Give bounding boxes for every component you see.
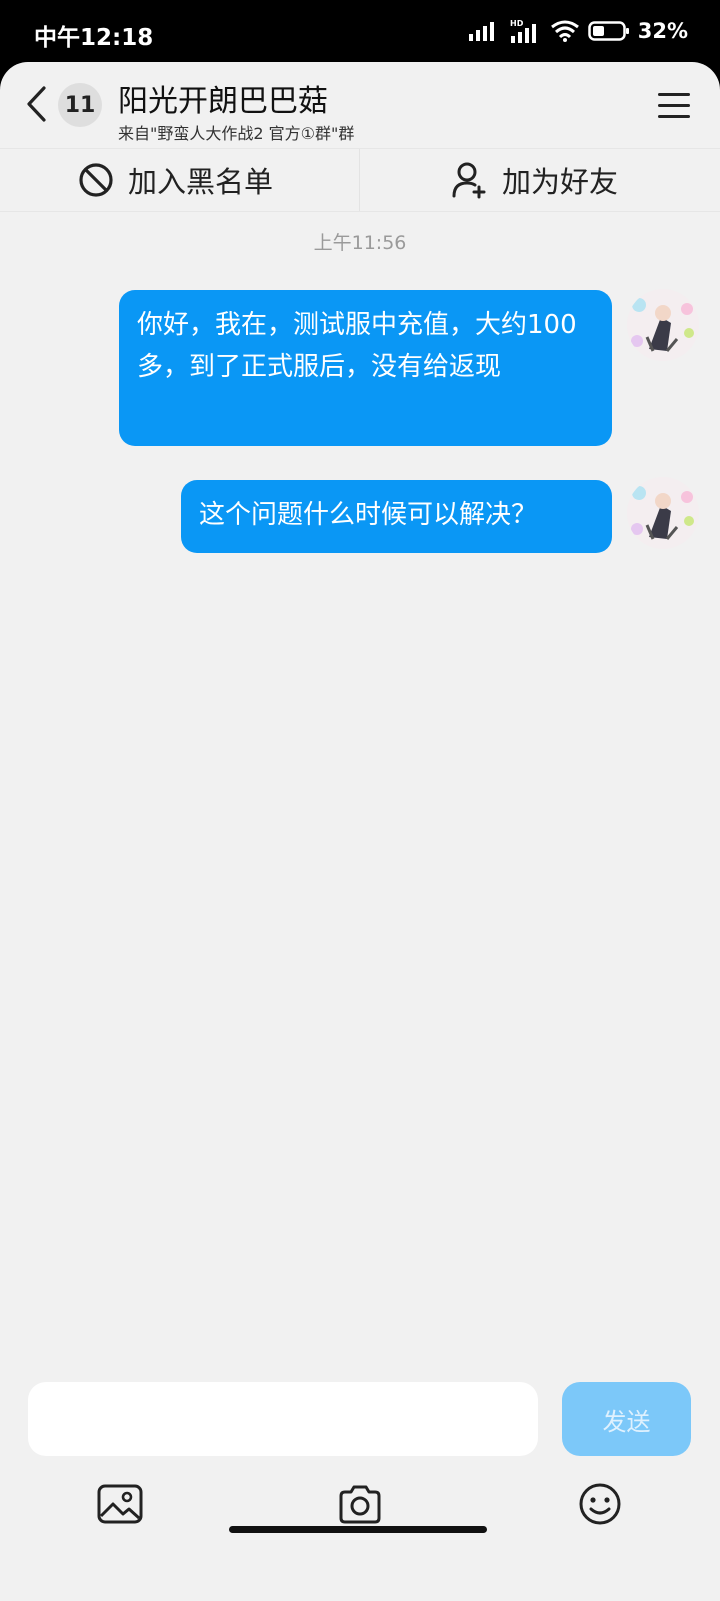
- menu-icon: [658, 93, 690, 118]
- message-bubble[interactable]: 你好，我在，测试服中充值，大约100多，到了正式服后，没有给返现: [119, 290, 612, 446]
- chat-screen: 11 阳光开朗巴巴菇 来自"野蛮人大作战2 官方①群"群 加入黑名单 加为好友 …: [0, 62, 720, 1601]
- avatar-image: [627, 477, 699, 549]
- status-icons: HD 32%: [468, 16, 688, 46]
- composer: 发送: [0, 1366, 720, 1601]
- battery-icon: [587, 21, 629, 41]
- avatar[interactable]: [627, 289, 699, 361]
- image-icon: [97, 1484, 143, 1524]
- camera-button[interactable]: [334, 1478, 386, 1530]
- add-to-blacklist-label: 加入黑名单: [128, 165, 274, 199]
- avatar[interactable]: [627, 477, 699, 549]
- add-user-icon: [452, 162, 486, 199]
- message-input[interactable]: [28, 1382, 538, 1456]
- signal-hd-icon: HD: [510, 19, 536, 43]
- signal-icon: [468, 22, 494, 41]
- action-bar: 加入黑名单 加为好友: [0, 148, 720, 212]
- camera-icon: [339, 1485, 381, 1524]
- add-friend-label: 加为好友: [502, 165, 619, 199]
- wifi-icon: [550, 20, 579, 42]
- add-friend-button[interactable]: 加为好友: [452, 149, 618, 211]
- message-bubble[interactable]: 这个问题什么时候可以解决？: [181, 480, 612, 553]
- emoji-icon: [579, 1483, 621, 1525]
- action-divider: [359, 149, 360, 211]
- back-arrow-icon: [27, 86, 46, 122]
- emoji-button[interactable]: [574, 1478, 626, 1530]
- chat-title: 阳光开朗巴巴菇: [118, 84, 328, 119]
- status-bar: 中午12:18 HD 32%: [0, 0, 720, 62]
- back-button[interactable]: [20, 82, 52, 126]
- chat-header: 11 阳光开朗巴巴菇 来自"野蛮人大作战2 官方①群"群: [0, 62, 720, 148]
- message-timestamp: 上午11:56: [313, 232, 407, 254]
- network-label: HD: [510, 19, 524, 28]
- block-icon: [79, 163, 113, 197]
- menu-button[interactable]: [656, 90, 692, 122]
- send-button[interactable]: 发送: [562, 1382, 691, 1456]
- home-indicator[interactable]: [229, 1526, 487, 1533]
- avatar-image: [627, 289, 699, 361]
- add-to-blacklist-button[interactable]: 加入黑名单: [78, 149, 273, 211]
- image-button[interactable]: [94, 1478, 146, 1530]
- battery-percent: 32%: [637, 19, 688, 43]
- status-time: 中午12:18: [34, 25, 154, 51]
- unread-count-badge[interactable]: 11: [58, 83, 102, 127]
- chat-subtitle: 来自"野蛮人大作战2 官方①群"群: [118, 124, 355, 143]
